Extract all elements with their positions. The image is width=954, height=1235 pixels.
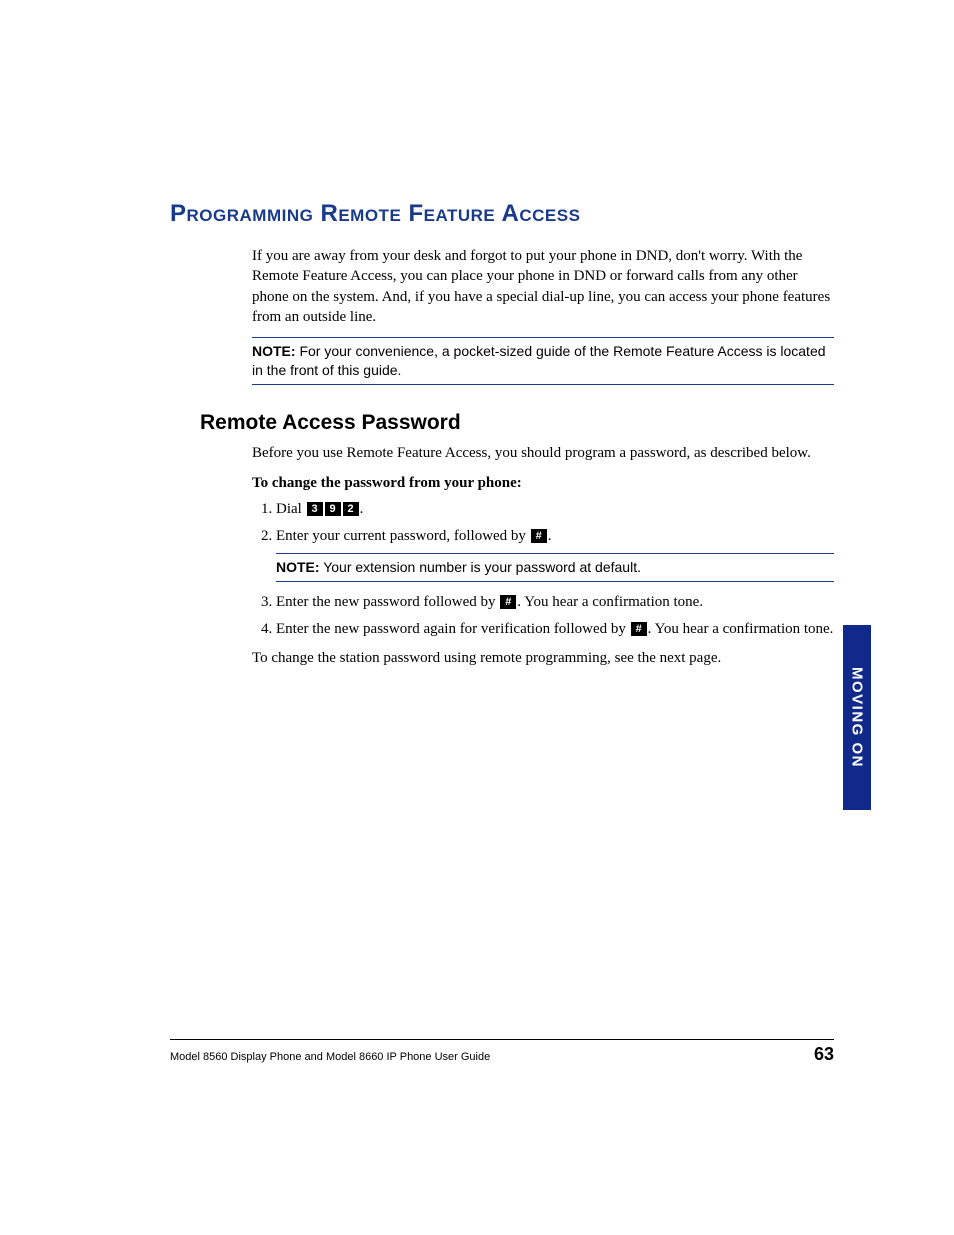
footer-doc-title: Model 8560 Display Phone and Model 8660 … [170,1051,490,1063]
key-hash-icon: # [531,529,547,543]
note-text: For your convenience, a pocket-sized gui… [252,343,826,378]
step-2: Enter your current password, followed by… [276,526,834,582]
note-box: NOTE: For your convenience, a pocket-siz… [252,337,834,385]
step-3: Enter the new password followed by #. Yo… [276,592,834,613]
step-4: Enter the new password again for verific… [276,619,834,640]
key-9-icon: 9 [325,502,341,516]
key-3-icon: 3 [307,502,323,516]
instruction-heading: To change the password from your phone: [252,473,834,493]
key-hash-icon: # [500,595,516,609]
subsection-intro: Before you use Remote Feature Access, yo… [252,443,834,463]
note-box: NOTE: Your extension number is your pass… [276,553,834,582]
side-tab: MOVING ON [843,625,871,810]
page-footer: Model 8560 Display Phone and Model 8660 … [170,1039,834,1065]
page-number: 63 [814,1044,834,1065]
instruction-list: Dial 392. Enter your current password, f… [252,499,834,640]
note-label: NOTE: [276,559,320,575]
section-heading: Programming Remote Feature Access [170,200,834,228]
intro-paragraph: If you are away from your desk and forgo… [252,246,834,327]
subsection-heading: Remote Access Password [200,411,834,435]
note-label: NOTE: [252,343,296,359]
step-1: Dial 392. [276,499,834,520]
key-hash-icon: # [631,622,647,636]
closing-paragraph: To change the station password using rem… [252,648,834,668]
note-text: Your extension number is your password a… [320,559,641,575]
key-2-icon: 2 [343,502,359,516]
